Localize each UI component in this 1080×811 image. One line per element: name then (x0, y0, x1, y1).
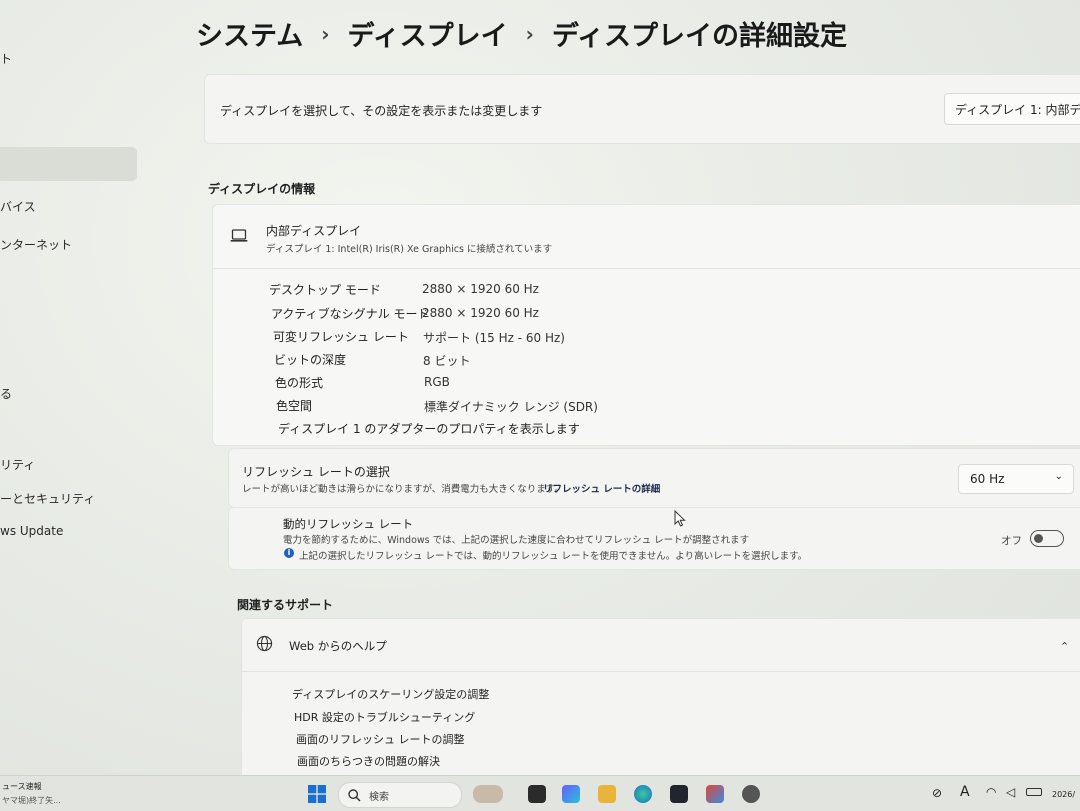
support-section-title: 関連するサポート (237, 598, 334, 612)
wifi-icon[interactable]: ◠ (986, 785, 996, 799)
chevron-down-icon: ⌄ (1054, 471, 1063, 482)
info-value-color-space: 標準ダイナミック レンジ (SDR) (424, 400, 598, 414)
display-select-dropdown[interactable]: ディスプレイ 1: 内部ディスプレイ (944, 93, 1080, 125)
sidebar-item-windows-update[interactable]: ws Update (0, 524, 63, 538)
divider (242, 671, 1080, 672)
settings-gear-icon[interactable] (742, 785, 760, 803)
sidebar-item-privacy-security[interactable]: ーとセキュリティ (0, 490, 95, 507)
network-off-icon[interactable]: ⊘ (932, 786, 942, 800)
toggle-state-label: オフ (1001, 535, 1022, 547)
sidebar-item-fragment-0[interactable]: ト (0, 50, 12, 67)
sidebar-item-devices[interactable]: バイス (0, 198, 36, 215)
breadcrumb-display[interactable]: ディスプレイ (347, 14, 507, 53)
divider (213, 268, 1080, 269)
display-info-title: ディスプレイの情報 (208, 182, 316, 196)
volume-icon[interactable]: ◁ (1006, 785, 1015, 799)
sidebar-item-network[interactable]: ンターネット (0, 236, 72, 253)
support-link-flicker[interactable]: 画面のちらつきの問題の解決 (297, 753, 440, 769)
sidebar-selected-item[interactable] (0, 147, 137, 181)
web-help-title[interactable]: Web からのヘルプ (289, 638, 387, 654)
search-icon (348, 787, 361, 806)
laptop-icon (230, 228, 248, 247)
info-label-bit-depth: ビットの深度 (274, 353, 347, 367)
info-label-color-format: 色の形式 (275, 376, 324, 390)
dynamic-refresh-desc: 電力を節約するために、Windows では、上記の選択した速度に合わせてリフレッ… (283, 535, 750, 546)
adapter-properties-link[interactable]: ディスプレイ 1 のアダプターのプロパティを表示します (278, 420, 580, 437)
chevron-up-icon[interactable]: ⌃ (1060, 640, 1069, 653)
search-placeholder: 検索 (369, 792, 389, 803)
search-highlight-icon (473, 785, 503, 803)
globe-icon (256, 635, 273, 656)
display-connection: ディスプレイ 1: Intel(R) Iris(R) Xe Graphics に… (266, 244, 553, 255)
sidebar-item-accessibility[interactable]: リティ (0, 456, 35, 473)
info-label-desktop-mode: デスクトップ モード (269, 283, 381, 297)
taskbar: ュース速報 ヤマ堀)終了矢... 検索 ⊘ A ◠ ◁ 2026/ (0, 775, 1080, 811)
refresh-rate-desc: レートが高いほど動きは滑らかになりますが、消費電力も大きくなります。 (242, 484, 564, 495)
dynamic-refresh-toggle[interactable] (1030, 530, 1064, 547)
info-icon: i (284, 548, 294, 558)
support-link-scaling[interactable]: ディスプレイのスケーリング設定の調整 (292, 686, 489, 702)
news-widget-line1[interactable]: ュース速報 (2, 781, 42, 792)
info-label-active-signal: アクティブなシグナル モード (271, 307, 430, 321)
refresh-rate-title: リフレッシュ レートの選択 (242, 465, 390, 479)
windows-start-icon[interactable] (308, 785, 326, 807)
info-value-color-format: RGB (424, 375, 450, 389)
info-value-active-signal: 2880 × 1920 60 Hz (422, 306, 539, 320)
input-mode-indicator[interactable]: A (960, 784, 970, 800)
news-widget-line2[interactable]: ヤマ堀)終了矢... (2, 795, 61, 806)
task-view-icon[interactable] (528, 785, 546, 803)
date-fragment[interactable]: 2026/ (1052, 790, 1075, 799)
sidebar: ト バイス ンターネット る リティ ーとセキュリティ ws Update (0, 0, 170, 775)
edge-browser-icon[interactable] (634, 785, 652, 803)
refresh-rate-dropdown[interactable]: 60 Hz ⌄ (958, 464, 1074, 494)
info-value-desktop-mode: 2880 × 1920 60 Hz (422, 282, 539, 296)
taskbar-search-box[interactable]: 検索 (338, 782, 503, 808)
store-icon[interactable] (670, 785, 688, 803)
display-name: 内部ディスプレイ (266, 224, 362, 238)
info-label-color-space: 色空間 (276, 399, 313, 413)
info-label-vrr: 可変リフレッシュ レート (273, 330, 409, 344)
battery-icon[interactable] (1026, 788, 1042, 796)
chevron-right-icon: › (321, 21, 330, 46)
copilot-icon[interactable] (562, 785, 580, 803)
refresh-rate-details-link[interactable]: リフレッシュ レートの詳細 (543, 481, 660, 495)
breadcrumb-system[interactable]: システム (196, 14, 303, 53)
app-icon[interactable] (706, 785, 724, 803)
chevron-right-icon: › (525, 21, 534, 46)
sidebar-item-fragment-3[interactable]: る (0, 385, 12, 402)
display-select-label: ディスプレイを選択して、その設定を表示または変更します (220, 104, 543, 118)
page-title: ディスプレイの詳細設定 (551, 21, 847, 52)
info-value-vrr: サポート (15 Hz - 60 Hz) (423, 331, 565, 345)
refresh-rate-value: 60 Hz (970, 472, 1005, 486)
dynamic-refresh-warning: 上記の選択したリフレッシュ レートでは、動的リフレッシュ レートを使用できません… (299, 551, 808, 562)
support-link-hdr[interactable]: HDR 設定のトラブルシューティング (294, 709, 475, 725)
info-value-bit-depth: 8 ビット (423, 354, 471, 368)
file-explorer-icon[interactable] (598, 785, 616, 803)
breadcrumb: システム › ディスプレイ › ディスプレイの詳細設定 (196, 14, 847, 53)
mouse-cursor-icon (674, 509, 686, 531)
toggle-knob (1034, 533, 1043, 543)
support-link-refresh-rate[interactable]: 画面のリフレッシュ レートの調整 (296, 731, 465, 747)
dynamic-refresh-title: 動的リフレッシュ レート (283, 517, 414, 531)
